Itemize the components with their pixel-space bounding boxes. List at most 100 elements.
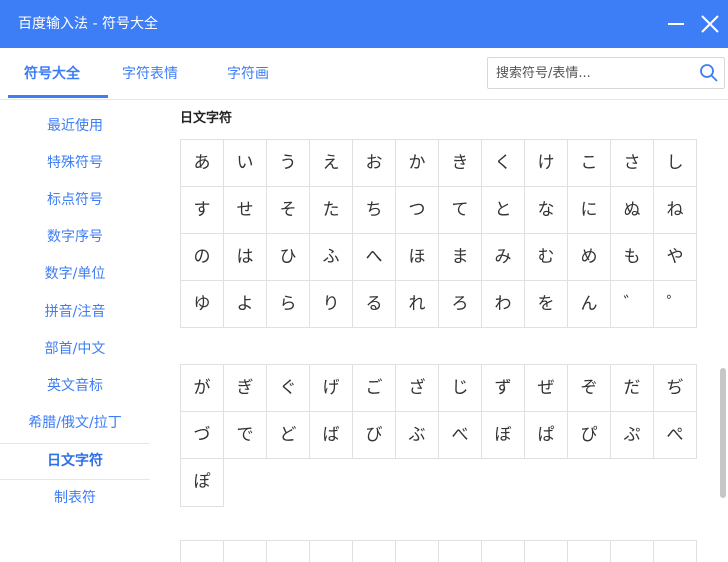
symbol-cell[interactable]: よ [224, 281, 266, 327]
symbol-cell[interactable] [439, 541, 481, 562]
symbol-cell[interactable]: へ [353, 234, 395, 280]
symbol-cell[interactable]: つ [396, 187, 438, 233]
symbol-cell[interactable]: ぎ [224, 365, 266, 411]
symbol-cell[interactable]: じ [439, 365, 481, 411]
symbol-cell[interactable]: ぷ [611, 412, 653, 458]
sidebar-item-pinyin[interactable]: 拼音/注音 [0, 294, 150, 330]
symbol-cell[interactable]: え [310, 140, 352, 186]
symbol-cell[interactable] [654, 541, 696, 562]
symbol-cell[interactable]: べ [439, 412, 481, 458]
close-button[interactable] [694, 8, 726, 40]
symbol-cell[interactable]: ぺ [654, 412, 696, 458]
symbol-cell[interactable]: を [525, 281, 567, 327]
scrollbar-thumb[interactable] [720, 368, 726, 498]
symbol-cell[interactable]: て [439, 187, 481, 233]
symbol-cell[interactable]: で [224, 412, 266, 458]
symbol-cell[interactable]: ぽ [180, 458, 224, 507]
symbol-cell[interactable] [611, 541, 653, 562]
symbol-cell[interactable]: ぶ [396, 412, 438, 458]
symbol-cell[interactable]: ほ [396, 234, 438, 280]
symbol-cell[interactable]: け [525, 140, 567, 186]
symbol-cell[interactable]: り [310, 281, 352, 327]
symbol-cell[interactable]: ゆ [181, 281, 223, 327]
symbol-cell[interactable]: ふ [310, 234, 352, 280]
symbol-cell[interactable]: ず [482, 365, 524, 411]
tab-ascii-art[interactable]: 字符画 [227, 64, 269, 84]
symbol-cell[interactable]: さ [611, 140, 653, 186]
symbol-cell[interactable]: ん [568, 281, 610, 327]
symbol-cell[interactable]: や [654, 234, 696, 280]
minimize-button[interactable] [660, 8, 692, 40]
symbol-cell[interactable]: だ [611, 365, 653, 411]
symbol-cell[interactable]: ち [353, 187, 395, 233]
symbol-cell[interactable]: れ [396, 281, 438, 327]
symbol-cell[interactable] [181, 541, 223, 562]
symbol-cell[interactable]: い [224, 140, 266, 186]
symbol-cell[interactable]: あ [181, 140, 223, 186]
symbol-cell[interactable]: ぢ [654, 365, 696, 411]
symbol-cell[interactable]: は [224, 234, 266, 280]
symbol-cell[interactable] [482, 541, 524, 562]
symbol-cell[interactable]: す [181, 187, 223, 233]
symbol-cell[interactable]: ざ [396, 365, 438, 411]
symbol-cell[interactable] [396, 541, 438, 562]
symbol-cell[interactable] [525, 541, 567, 562]
symbol-cell[interactable]: ゛ [611, 281, 653, 327]
tab-symbols[interactable]: 符号大全 [24, 64, 80, 84]
search-input[interactable] [496, 62, 691, 84]
sidebar-item-number-unit[interactable]: 数字/单位 [0, 256, 150, 292]
symbol-cell[interactable]: の [181, 234, 223, 280]
sidebar-item-phonetic[interactable]: 英文音标 [0, 368, 150, 404]
sidebar-item-radicals[interactable]: 部首/中文 [0, 331, 150, 367]
symbol-cell[interactable]: か [396, 140, 438, 186]
tab-emoticons[interactable]: 字符表情 [122, 64, 178, 84]
symbol-cell[interactable]: づ [181, 412, 223, 458]
symbol-cell[interactable]: き [439, 140, 481, 186]
symbol-cell[interactable]: み [482, 234, 524, 280]
symbol-cell[interactable]: お [353, 140, 395, 186]
symbol-cell[interactable]: ら [267, 281, 309, 327]
symbol-cell[interactable]: こ [568, 140, 610, 186]
symbol-cell[interactable]: ぬ [611, 187, 653, 233]
symbol-cell[interactable]: び [353, 412, 395, 458]
symbol-cell[interactable]: ま [439, 234, 481, 280]
symbol-cell[interactable] [224, 541, 266, 562]
symbol-cell[interactable]: ゜ [654, 281, 696, 327]
symbol-cell[interactable]: な [525, 187, 567, 233]
symbol-cell[interactable] [310, 541, 352, 562]
symbol-cell[interactable]: た [310, 187, 352, 233]
symbol-cell[interactable]: ぴ [568, 412, 610, 458]
sidebar-item-greek[interactable]: 希腊/俄文/拉丁 [0, 405, 150, 441]
symbol-cell[interactable]: ご [353, 365, 395, 411]
symbol-cell[interactable] [568, 541, 610, 562]
sidebar-item-number-index[interactable]: 数字序号 [0, 219, 150, 255]
sidebar-item-special[interactable]: 特殊符号 [0, 145, 150, 181]
symbol-cell[interactable]: し [654, 140, 696, 186]
symbol-cell[interactable]: に [568, 187, 610, 233]
sidebar-item-recent[interactable]: 最近使用 [0, 108, 150, 144]
symbol-cell[interactable]: く [482, 140, 524, 186]
symbol-cell[interactable]: ど [267, 412, 309, 458]
symbol-cell[interactable]: そ [267, 187, 309, 233]
symbol-cell[interactable]: と [482, 187, 524, 233]
symbol-cell[interactable]: せ [224, 187, 266, 233]
symbol-cell[interactable]: む [525, 234, 567, 280]
symbol-cell[interactable]: め [568, 234, 610, 280]
symbol-cell[interactable]: げ [310, 365, 352, 411]
symbol-cell[interactable]: ぜ [525, 365, 567, 411]
sidebar-item-box-drawing[interactable]: 制表符 [0, 480, 150, 516]
symbol-cell[interactable] [267, 541, 309, 562]
symbol-cell[interactable]: ひ [267, 234, 309, 280]
symbol-cell[interactable]: る [353, 281, 395, 327]
sidebar-item-japanese[interactable]: 日文字符 [0, 443, 150, 479]
symbol-cell[interactable] [353, 541, 395, 562]
symbol-cell[interactable]: ぼ [482, 412, 524, 458]
symbol-cell[interactable]: ば [310, 412, 352, 458]
symbol-cell[interactable]: ぐ [267, 365, 309, 411]
symbol-cell[interactable]: も [611, 234, 653, 280]
symbol-cell[interactable]: ろ [439, 281, 481, 327]
symbol-cell[interactable]: わ [482, 281, 524, 327]
symbol-cell[interactable]: ね [654, 187, 696, 233]
symbol-cell[interactable]: ぞ [568, 365, 610, 411]
symbol-cell[interactable]: ぱ [525, 412, 567, 458]
